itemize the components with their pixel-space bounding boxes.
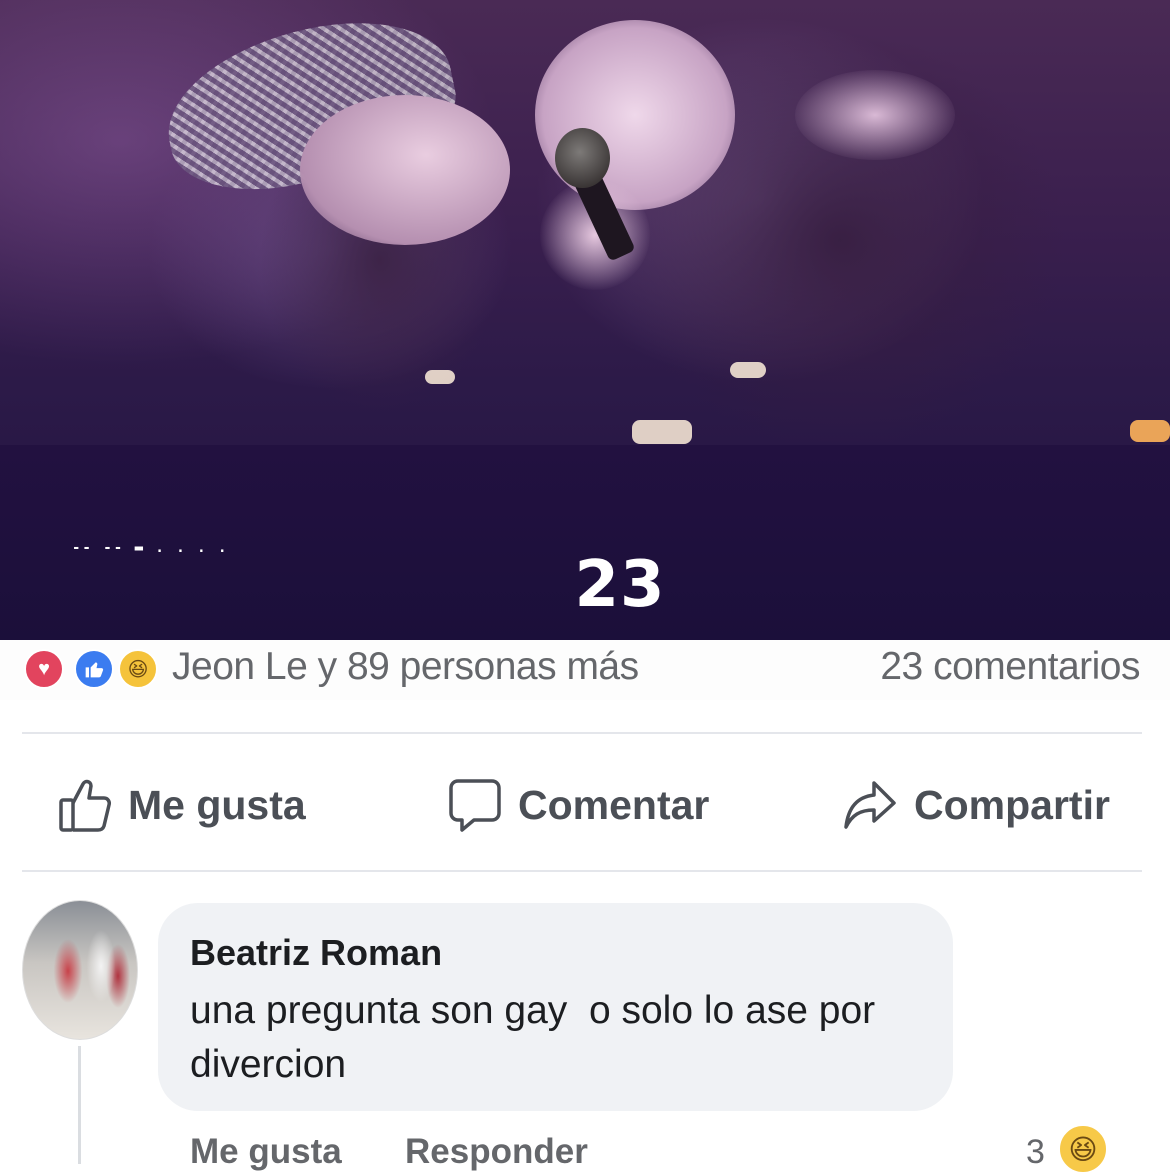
share-label: Compartir: [914, 781, 1110, 828]
comment-icon: [449, 779, 501, 832]
photo-number: 23: [574, 548, 666, 622]
divider: [22, 870, 1142, 872]
share-icon: [844, 781, 896, 829]
comment-label: Comentar: [518, 781, 710, 828]
haha-icon[interactable]: 😆: [1058, 1124, 1108, 1174]
photo-caption: -- -- ▬ . . . .: [72, 540, 229, 556]
comment-button[interactable]: Comentar: [448, 775, 709, 835]
photo-light: [632, 420, 692, 444]
share-button[interactable]: Compartir: [842, 775, 1110, 835]
post-photo[interactable]: -- -- ▬ . . . . 23: [0, 0, 1170, 640]
photo-light: [425, 370, 455, 384]
photo-hand: [795, 70, 955, 160]
reactions-summary[interactable]: Jeon Le y 89 personas más: [172, 645, 639, 689]
comment-reply-button[interactable]: Responder: [405, 1132, 588, 1172]
photo-light: [730, 362, 766, 378]
comment-like-button[interactable]: Me gusta: [190, 1132, 342, 1172]
photo-face-left: [300, 95, 510, 245]
comment-text: una pregunta son gay o solo lo ase por d…: [190, 989, 876, 1086]
divider: [22, 732, 1142, 734]
haha-icon[interactable]: 😆: [118, 649, 158, 689]
like-label: Me gusta: [128, 781, 306, 828]
thread-line: [78, 1046, 81, 1164]
thumbs-up-icon: [59, 779, 111, 832]
love-icon[interactable]: ♥: [24, 649, 64, 689]
photo-microphone: [555, 128, 610, 188]
comments-count[interactable]: 23 comentarios: [880, 645, 1140, 689]
like-icon[interactable]: [74, 649, 114, 689]
like-button[interactable]: Me gusta: [58, 775, 306, 835]
comment-author[interactable]: Beatriz Roman: [190, 932, 442, 974]
comment-reaction-count[interactable]: 3: [1026, 1133, 1045, 1172]
avatar[interactable]: [22, 900, 138, 1040]
photo-light: [1130, 420, 1170, 442]
